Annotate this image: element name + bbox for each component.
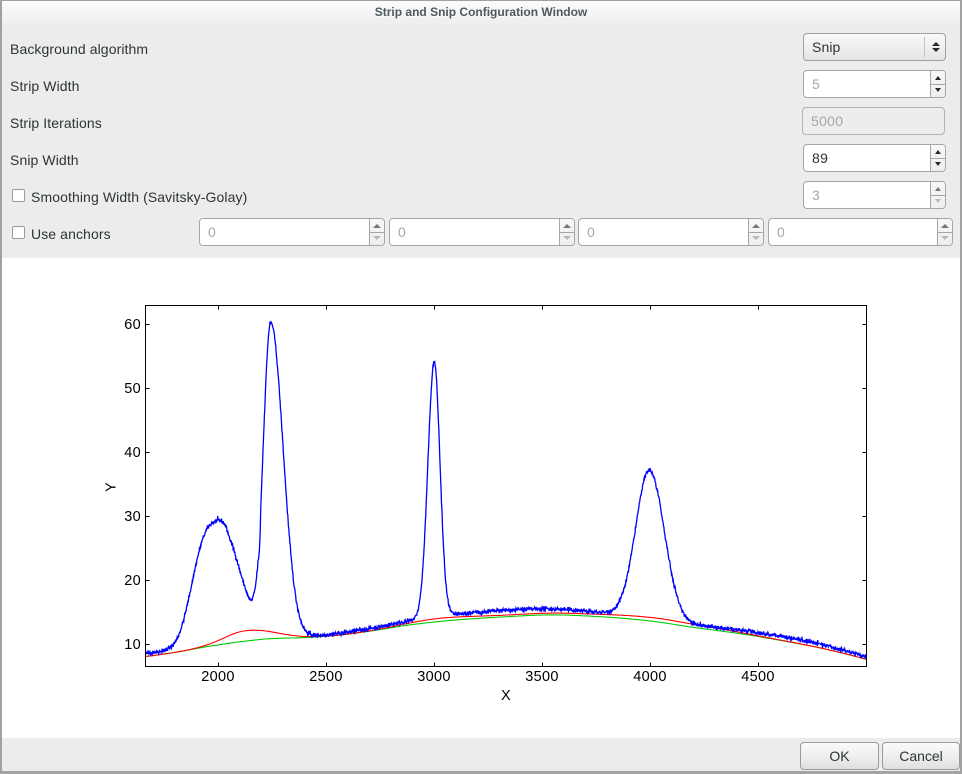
svg-text:40: 40 bbox=[124, 445, 141, 461]
svg-text:10: 10 bbox=[124, 637, 141, 653]
svg-text:4500: 4500 bbox=[741, 669, 774, 685]
svg-text:2000: 2000 bbox=[201, 669, 234, 685]
svg-text:20: 20 bbox=[124, 573, 141, 589]
svg-text:3500: 3500 bbox=[525, 669, 558, 685]
svg-text:X: X bbox=[501, 688, 511, 704]
svg-text:30: 30 bbox=[124, 509, 141, 525]
svg-text:50: 50 bbox=[124, 381, 141, 397]
svg-text:4000: 4000 bbox=[633, 669, 666, 685]
svg-text:Y: Y bbox=[104, 482, 120, 492]
svg-text:60: 60 bbox=[124, 317, 141, 333]
svg-text:2500: 2500 bbox=[309, 669, 342, 685]
svg-text:3000: 3000 bbox=[417, 669, 450, 685]
